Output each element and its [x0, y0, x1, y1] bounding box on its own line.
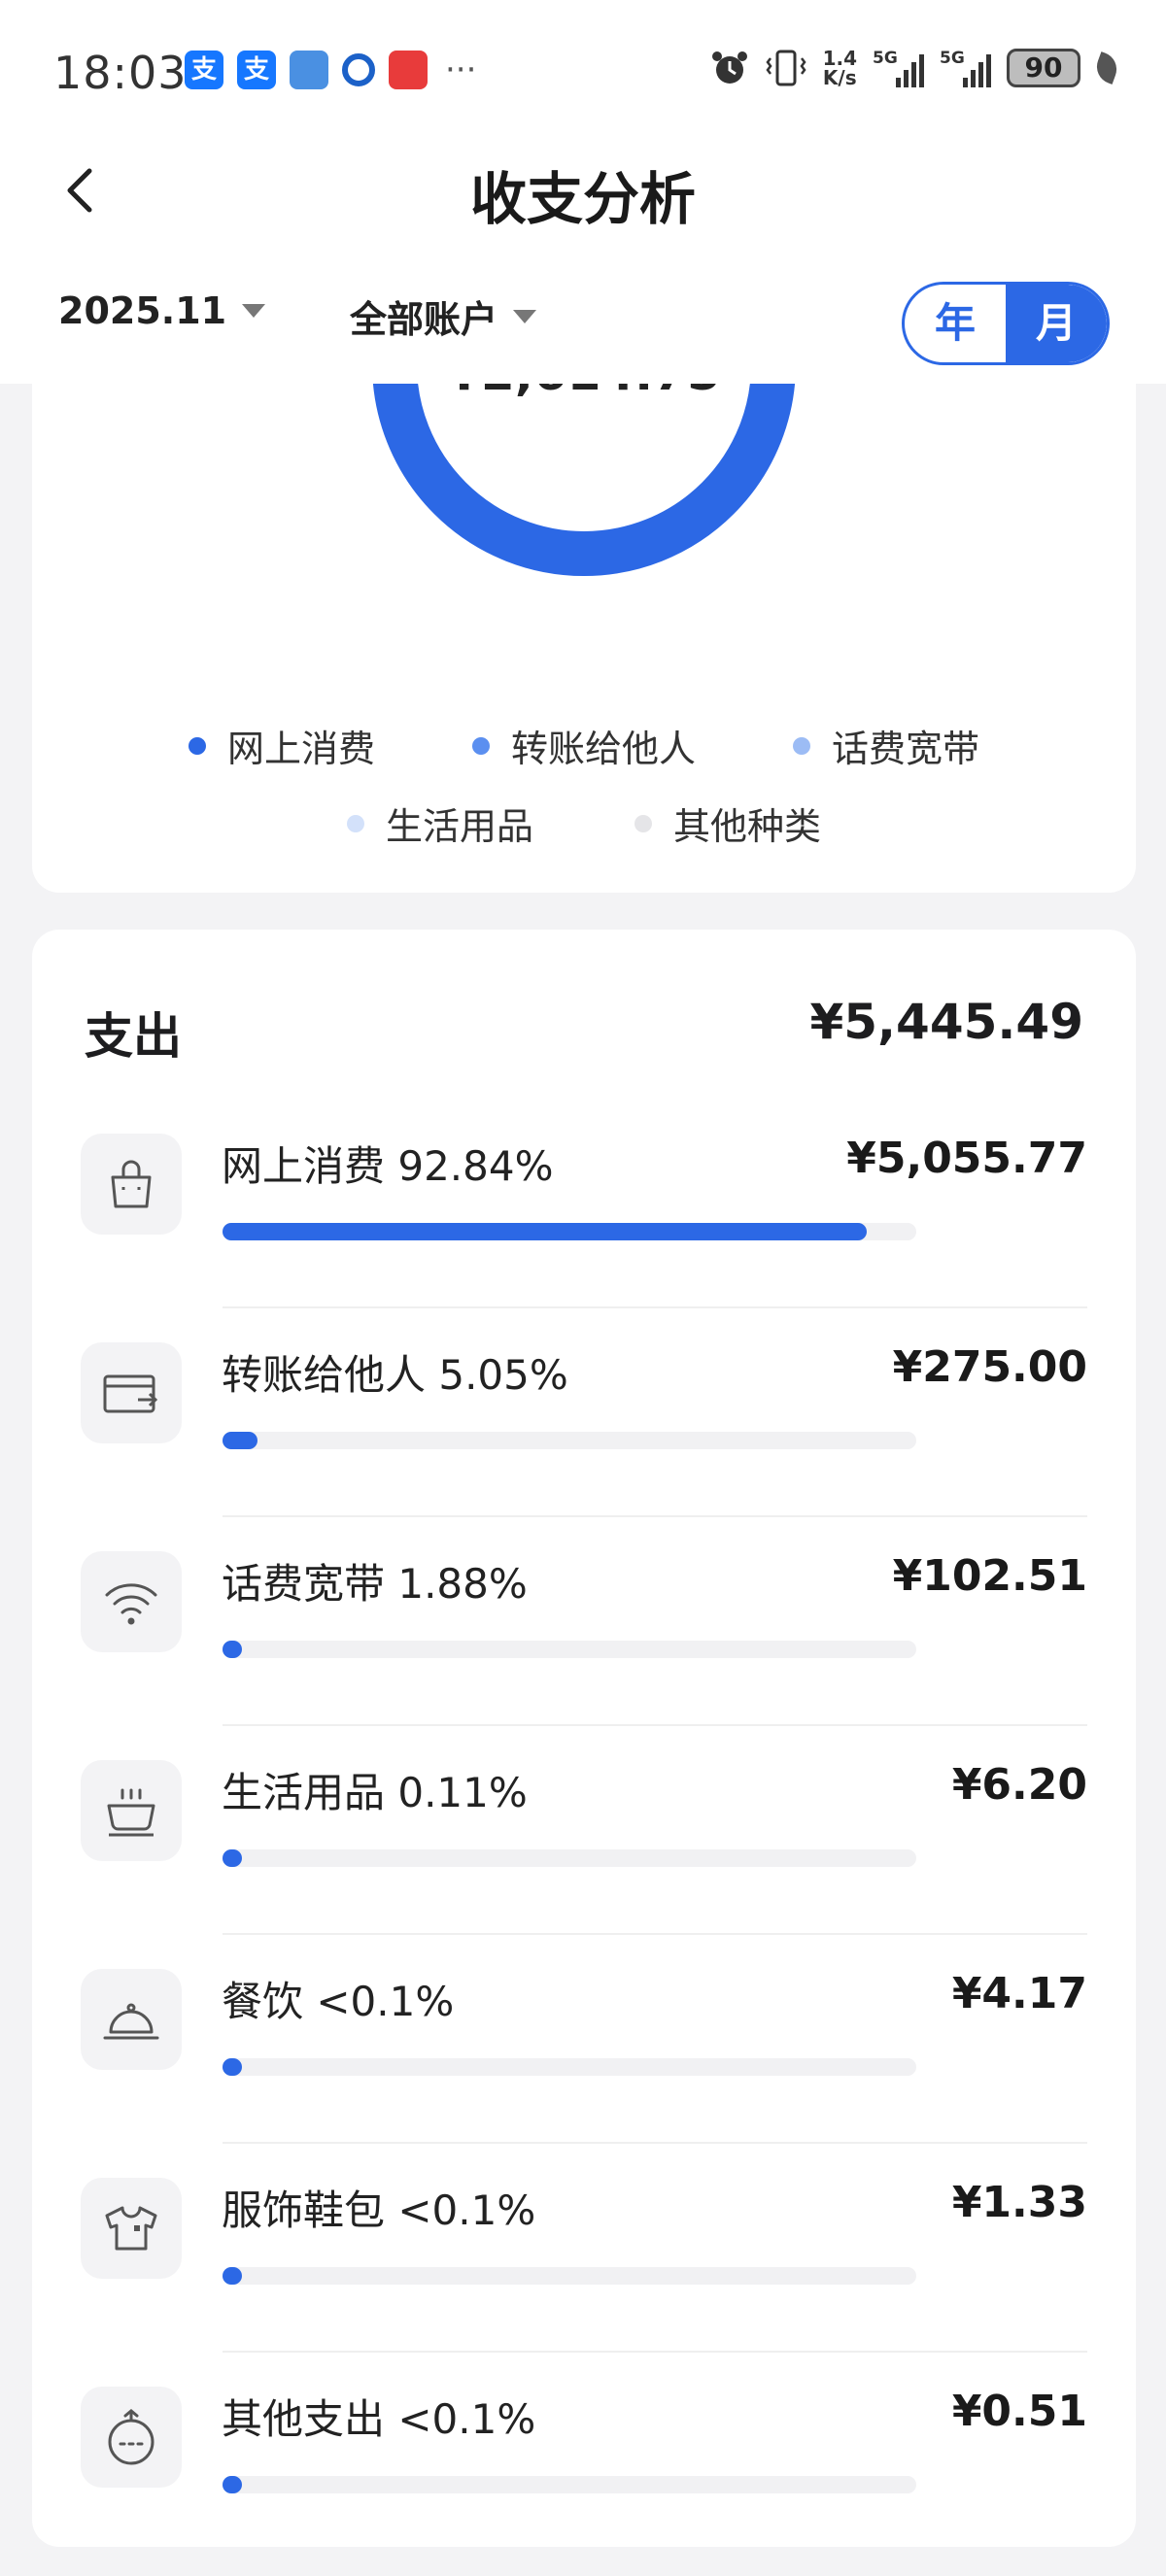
expense-row[interactable]: 其他支出 <0.1% ¥0.51	[81, 2387, 1087, 2576]
expense-row[interactable]: 网上消费 92.84% ¥5,055.77	[81, 1134, 1087, 1342]
progress-track	[223, 2267, 916, 2285]
status-bar: 18:03 支 支 ··· 1.4 K/s 5G 5G 90	[0, 0, 1166, 146]
bank-app-icon	[342, 53, 375, 86]
category-label: 服饰鞋包 <0.1%	[222, 2186, 536, 2234]
row-divider	[223, 1933, 1087, 1935]
expense-row[interactable]: 餐饮 <0.1% ¥4.17	[81, 1969, 1087, 2178]
legend-item: 网上消费	[188, 719, 375, 772]
expense-row[interactable]: 服饰鞋包 <0.1% ¥1.33	[81, 2178, 1087, 2387]
status-time: 18:03	[53, 47, 188, 99]
progress-track	[223, 1849, 916, 1867]
header: 收支分析 2025.11 全部账户 年 月	[0, 146, 1166, 384]
progress-fill	[223, 1223, 867, 1240]
more-notifications-icon: ···	[445, 51, 477, 89]
shopping-bag-icon	[111, 1160, 152, 1208]
alipay-icon: 支	[185, 51, 223, 89]
category-icon-box	[81, 1342, 182, 1443]
category-amount: ¥5,055.77	[846, 1134, 1087, 1183]
period-toggle: 年 月	[902, 282, 1110, 365]
battery-icon: 90	[1007, 49, 1080, 87]
category-amount: ¥6.20	[951, 1760, 1087, 1810]
category-icon-box	[81, 1134, 182, 1235]
period-month-tab[interactable]: 月	[1006, 285, 1107, 362]
expense-row[interactable]: 话费宽带 1.88% ¥102.51	[81, 1551, 1087, 1760]
row-divider	[223, 1515, 1087, 1517]
wifi-icon	[105, 1583, 157, 1625]
legend-item: 其他种类	[634, 797, 821, 850]
expense-total: ¥5,445.49	[809, 994, 1083, 1050]
category-label: 网上消费 92.84%	[222, 1142, 554, 1190]
category-amount: ¥1.33	[951, 2178, 1087, 2227]
progress-track	[223, 2476, 916, 2493]
tshirt-icon	[105, 2206, 157, 2251]
category-label: 餐饮 <0.1%	[222, 1978, 455, 2025]
progress-fill	[223, 2267, 242, 2285]
legend-item: 转账给他人	[471, 719, 696, 772]
period-year-tab[interactable]: 年	[905, 285, 1006, 362]
category-label: 转账给他人 5.05%	[222, 1351, 568, 1399]
system-icons: 1.4 K/s 5G 5G 90	[710, 47, 1122, 89]
date-selector[interactable]: 2025.11	[58, 289, 266, 332]
vibrate-icon	[766, 50, 806, 86]
legend-dot	[471, 736, 490, 755]
progress-fill	[223, 2058, 242, 2076]
app-lock-icon	[290, 51, 328, 89]
donut-chart	[372, 384, 796, 576]
expense-title: 支出	[85, 1008, 182, 1065]
expense-row[interactable]: 生活用品 0.11% ¥6.20	[81, 1760, 1087, 1969]
legend-dot	[793, 736, 810, 755]
donut-segment-online	[372, 384, 796, 576]
signal-icon: 5G	[940, 49, 991, 87]
alipay-icon: 支	[237, 51, 276, 89]
category-amount: ¥102.51	[892, 1551, 1087, 1601]
category-icon-box	[81, 1760, 182, 1861]
category-label: 其他支出 <0.1%	[222, 2395, 536, 2443]
legend-row: 生活用品 其他种类	[32, 797, 1136, 850]
progress-fill	[223, 2476, 242, 2493]
category-amount: ¥0.51	[951, 2387, 1087, 2436]
category-label: 生活用品 0.11%	[222, 1769, 528, 1816]
progress-track	[223, 2058, 916, 2076]
signal-icon: 5G	[873, 49, 924, 87]
category-icon-box	[81, 1551, 182, 1652]
power-saving-icon	[1091, 51, 1122, 85]
expense-card: 支出 ¥5,445.49 网上消费 92.84% ¥5,055.77 转账给他人…	[32, 930, 1136, 2547]
legend-item: 生活用品	[346, 797, 533, 850]
category-label: 话费宽带 1.88%	[222, 1560, 528, 1608]
row-divider	[223, 2351, 1087, 2353]
row-divider	[223, 1724, 1087, 1726]
card-transfer-icon	[103, 1374, 158, 1413]
notification-icons: 支 支 ···	[185, 51, 476, 89]
category-icon-box	[81, 2387, 182, 2488]
page-title: 收支分析	[469, 166, 696, 232]
legend-dot	[188, 736, 206, 755]
caret-down-icon	[513, 309, 537, 323]
progress-track	[223, 1432, 916, 1449]
cloud-pay-icon	[389, 51, 428, 89]
expense-row[interactable]: 转账给他人 5.05% ¥275.00	[81, 1342, 1087, 1551]
other-expense-icon	[108, 2409, 154, 2465]
legend-item: 话费宽带	[793, 719, 979, 772]
row-divider	[223, 2142, 1087, 2144]
bowl-icon	[107, 1788, 155, 1837]
progress-fill	[223, 1432, 258, 1449]
progress-fill	[223, 1849, 242, 1867]
caret-down-icon	[242, 304, 266, 318]
dining-cloche-icon	[103, 2003, 159, 2040]
account-selector[interactable]: 全部账户	[350, 289, 537, 343]
legend-dot	[634, 814, 652, 832]
legend-row: 网上消费 转账给他人 话费宽带	[32, 719, 1136, 772]
category-icon-box	[81, 1969, 182, 2070]
progress-track	[223, 1641, 916, 1658]
progress-track	[223, 1223, 916, 1240]
category-icon-box	[81, 2178, 182, 2279]
network-speed: 1.4 K/s	[822, 47, 857, 89]
chart-card: ¥2,614.75 网上消费 转账给他人 话费宽带 生活用品 其他种类	[32, 384, 1136, 893]
legend-dot	[346, 814, 364, 832]
alarm-icon	[711, 51, 747, 84]
progress-fill	[223, 1641, 242, 1658]
category-amount: ¥275.00	[892, 1342, 1087, 1392]
row-divider	[223, 1306, 1087, 1308]
category-amount: ¥4.17	[951, 1969, 1087, 2018]
